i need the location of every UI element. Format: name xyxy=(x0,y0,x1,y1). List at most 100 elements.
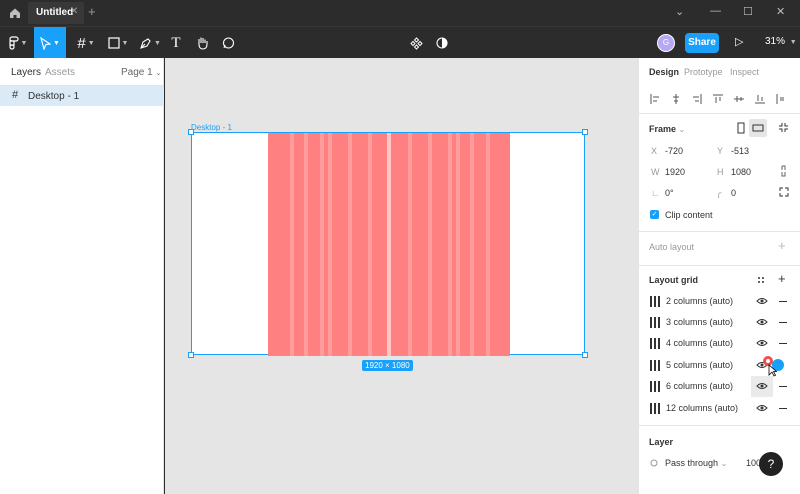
remove-grid-icon[interactable] xyxy=(779,386,787,387)
add-auto-layout-icon[interactable]: + xyxy=(778,238,786,253)
dropdown-chevron-icon[interactable]: ⌄ xyxy=(675,5,684,18)
zoom-dropdown[interactable]: 31% ▼ xyxy=(765,36,797,47)
frame-section-title[interactable]: Frame ⌄ xyxy=(649,124,685,134)
divider xyxy=(639,231,800,232)
chevron-down-icon: ⌄ xyxy=(678,125,686,134)
align-top-icon[interactable] xyxy=(713,94,723,104)
home-icon[interactable] xyxy=(6,4,24,22)
main-menu-button[interactable]: ▼ xyxy=(4,27,32,59)
close-tab-icon[interactable]: ✕ xyxy=(70,6,78,17)
present-play-icon[interactable]: ▷ xyxy=(735,35,743,48)
design-panel: Design Prototype Inspect Frame ⌄ X -720 … xyxy=(638,58,800,494)
resize-handle-top-left[interactable] xyxy=(188,129,194,135)
tab-assets[interactable]: Assets xyxy=(45,67,75,78)
tab-prototype[interactable]: Prototype xyxy=(684,67,723,77)
layer-section-title: Layer xyxy=(649,437,674,447)
columns-grid-icon[interactable] xyxy=(650,317,660,328)
tab-layers[interactable]: Layers xyxy=(11,67,41,78)
pen-tool-button[interactable]: ▼ xyxy=(136,27,164,59)
visibility-eye-icon[interactable] xyxy=(756,403,768,413)
clip-content-checkbox[interactable]: ✓ xyxy=(650,210,659,219)
blend-mode-icon xyxy=(650,459,658,467)
resize-handle-bottom-right[interactable] xyxy=(582,352,588,358)
grid-styles-icon[interactable] xyxy=(757,276,765,284)
resize-handle-bottom-left[interactable] xyxy=(188,352,194,358)
columns-grid-icon[interactable] xyxy=(650,360,660,371)
frame-tool-button[interactable]: # ▼ xyxy=(72,27,100,59)
share-button[interactable]: Share xyxy=(685,33,719,53)
hand-tool-button[interactable] xyxy=(192,27,212,59)
minimize-icon[interactable]: — xyxy=(710,5,721,17)
comment-tool-button[interactable] xyxy=(218,27,238,59)
shape-tool-button[interactable]: ▼ xyxy=(104,27,132,59)
layout-grid-row[interactable]: 12 columns (auto) xyxy=(639,398,800,419)
components-button[interactable] xyxy=(406,27,426,59)
visibility-eye-icon[interactable] xyxy=(756,338,768,348)
layer-row-desktop-1[interactable]: # Desktop - 1 xyxy=(0,86,164,106)
layout-grid-row[interactable]: 6 columns (auto) xyxy=(639,376,800,397)
page-selector[interactable]: Page 1 ⌄ xyxy=(121,67,161,78)
visibility-eye-icon[interactable] xyxy=(756,381,768,391)
visibility-eye-icon[interactable] xyxy=(756,317,768,327)
desktop-frame[interactable] xyxy=(191,132,585,356)
tab-inspect[interactable]: Inspect xyxy=(730,67,759,77)
align-horizontal-center-icon[interactable] xyxy=(671,94,681,104)
layout-grid-row[interactable]: 4 columns (auto) xyxy=(639,333,800,354)
align-left-icon[interactable] xyxy=(650,94,660,104)
add-layout-grid-icon[interactable]: + xyxy=(778,271,786,286)
divider xyxy=(639,265,800,266)
frame-icon: # xyxy=(12,89,19,101)
visibility-eye-icon[interactable] xyxy=(756,296,768,306)
portrait-orientation-icon[interactable] xyxy=(737,122,745,134)
rotation-input[interactable]: 0° xyxy=(665,188,674,198)
independent-corners-icon[interactable] xyxy=(779,187,789,197)
remove-grid-icon[interactable] xyxy=(779,301,787,302)
theme-toggle-button[interactable] xyxy=(432,27,452,59)
text-tool-button[interactable]: T xyxy=(166,27,186,59)
layout-grid-row[interactable]: 5 columns (auto) xyxy=(639,355,800,377)
columns-grid-icon[interactable] xyxy=(650,296,660,307)
layout-grid-row[interactable]: 3 columns (auto) xyxy=(639,312,800,333)
user-avatar[interactable]: G xyxy=(657,34,675,52)
layout-grid-row[interactable]: 2 columns (auto) xyxy=(639,291,800,312)
corner-radius-icon: ╭ xyxy=(716,188,722,198)
resize-handle-top-right[interactable] xyxy=(582,129,588,135)
width-input[interactable]: 1920 xyxy=(665,167,685,177)
resize-to-fit-icon[interactable] xyxy=(778,122,789,133)
constrain-proportions-icon[interactable] xyxy=(780,165,787,177)
landscape-orientation-button[interactable] xyxy=(749,119,767,137)
layout-grid-overlay xyxy=(268,133,510,356)
height-input[interactable]: 1080 xyxy=(731,167,751,177)
landscape-orientation-icon xyxy=(752,124,764,132)
alignment-toolbar xyxy=(639,86,800,114)
y-input[interactable]: -513 xyxy=(731,146,749,156)
columns-grid-icon[interactable] xyxy=(650,338,660,349)
remove-grid-icon[interactable] xyxy=(779,322,787,323)
contrast-icon xyxy=(436,37,448,49)
remove-grid-icon[interactable] xyxy=(779,343,787,344)
help-button[interactable]: ? xyxy=(759,452,783,476)
columns-grid-icon[interactable] xyxy=(650,403,660,414)
layout-grid-label: 12 columns (auto) xyxy=(666,403,739,413)
file-tab[interactable]: Untitled ✕ xyxy=(28,2,84,24)
pen-icon xyxy=(140,37,151,49)
align-bottom-icon[interactable] xyxy=(755,94,765,104)
page-label: Page 1 xyxy=(121,67,153,78)
window-close-icon[interactable]: ✕ xyxy=(776,5,785,18)
remove-grid-icon[interactable] xyxy=(779,408,787,409)
tab-design[interactable]: Design xyxy=(649,67,679,77)
frame-label[interactable]: Desktop - 1 xyxy=(191,123,232,132)
canvas[interactable]: Desktop - 1 1920 × 1080 xyxy=(165,58,638,494)
maximize-icon[interactable]: ☐ xyxy=(743,5,753,18)
columns-grid-icon[interactable] xyxy=(650,381,660,392)
align-vertical-center-icon[interactable] xyxy=(734,94,744,104)
blend-mode-dropdown[interactable]: Pass through ⌄ xyxy=(665,458,727,468)
title-bar: Untitled ✕ + ⌄ — ☐ ✕ xyxy=(0,0,800,26)
align-right-icon[interactable] xyxy=(692,94,702,104)
new-tab-icon[interactable]: + xyxy=(88,4,96,19)
x-input[interactable]: -720 xyxy=(665,146,683,156)
corner-radius-input[interactable]: 0 xyxy=(731,188,736,198)
move-tool-button[interactable]: ▼ xyxy=(34,27,66,59)
layout-grid-label: 2 columns (auto) xyxy=(666,296,734,306)
distribute-icon[interactable] xyxy=(776,94,786,104)
